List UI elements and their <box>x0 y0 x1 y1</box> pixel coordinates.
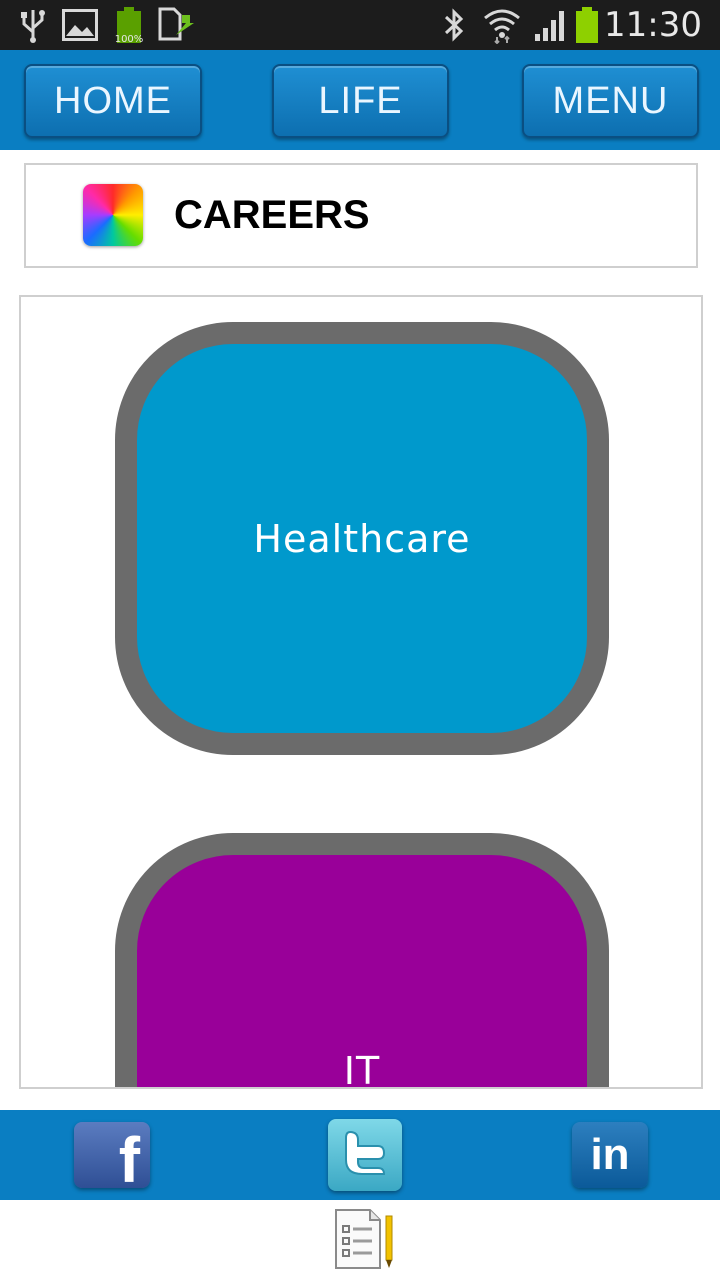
linkedin-button[interactable]: in <box>572 1122 648 1188</box>
facebook-button[interactable]: f <box>74 1122 150 1196</box>
facebook-icon: f <box>74 1122 150 1196</box>
twitter-icon <box>338 1126 392 1185</box>
usb-icon <box>18 0 48 50</box>
battery-percent-label: 100% <box>115 34 144 45</box>
linkedin-icon: in <box>590 1130 630 1179</box>
menu-button[interactable]: MENU <box>522 64 699 138</box>
careers-list[interactable]: Healthcare IT <box>19 295 703 1089</box>
career-tile-it[interactable]: IT <box>115 833 609 1089</box>
page-header: CAREERS <box>24 163 698 268</box>
bottom-area <box>0 1200 720 1280</box>
status-bar: 100% 11:30 <box>0 0 720 50</box>
bluetooth-icon <box>440 0 468 50</box>
app-logo-icon <box>83 184 143 246</box>
page-title: CAREERS <box>174 193 370 237</box>
career-tile-label: Healthcare <box>253 516 471 561</box>
notes-icon[interactable] <box>332 1208 398 1270</box>
top-nav-bar: HOME LIFE MENU <box>0 50 720 150</box>
image-icon <box>62 0 98 50</box>
status-time: 11:30 <box>604 5 702 45</box>
battery-icon <box>572 0 602 50</box>
wifi-icon <box>482 0 522 50</box>
twitter-button[interactable] <box>328 1119 402 1191</box>
social-bar: f in <box>0 1110 720 1200</box>
facebook-glyph: f <box>118 1124 140 1196</box>
career-tile-label: IT <box>343 1049 381 1089</box>
battery-small-icon: 100% <box>112 0 146 50</box>
life-button[interactable]: LIFE <box>272 64 449 138</box>
signal-icon <box>532 0 568 50</box>
download-icon <box>156 0 196 50</box>
home-button[interactable]: HOME <box>24 64 202 138</box>
career-tile-healthcare[interactable]: Healthcare <box>115 322 609 755</box>
